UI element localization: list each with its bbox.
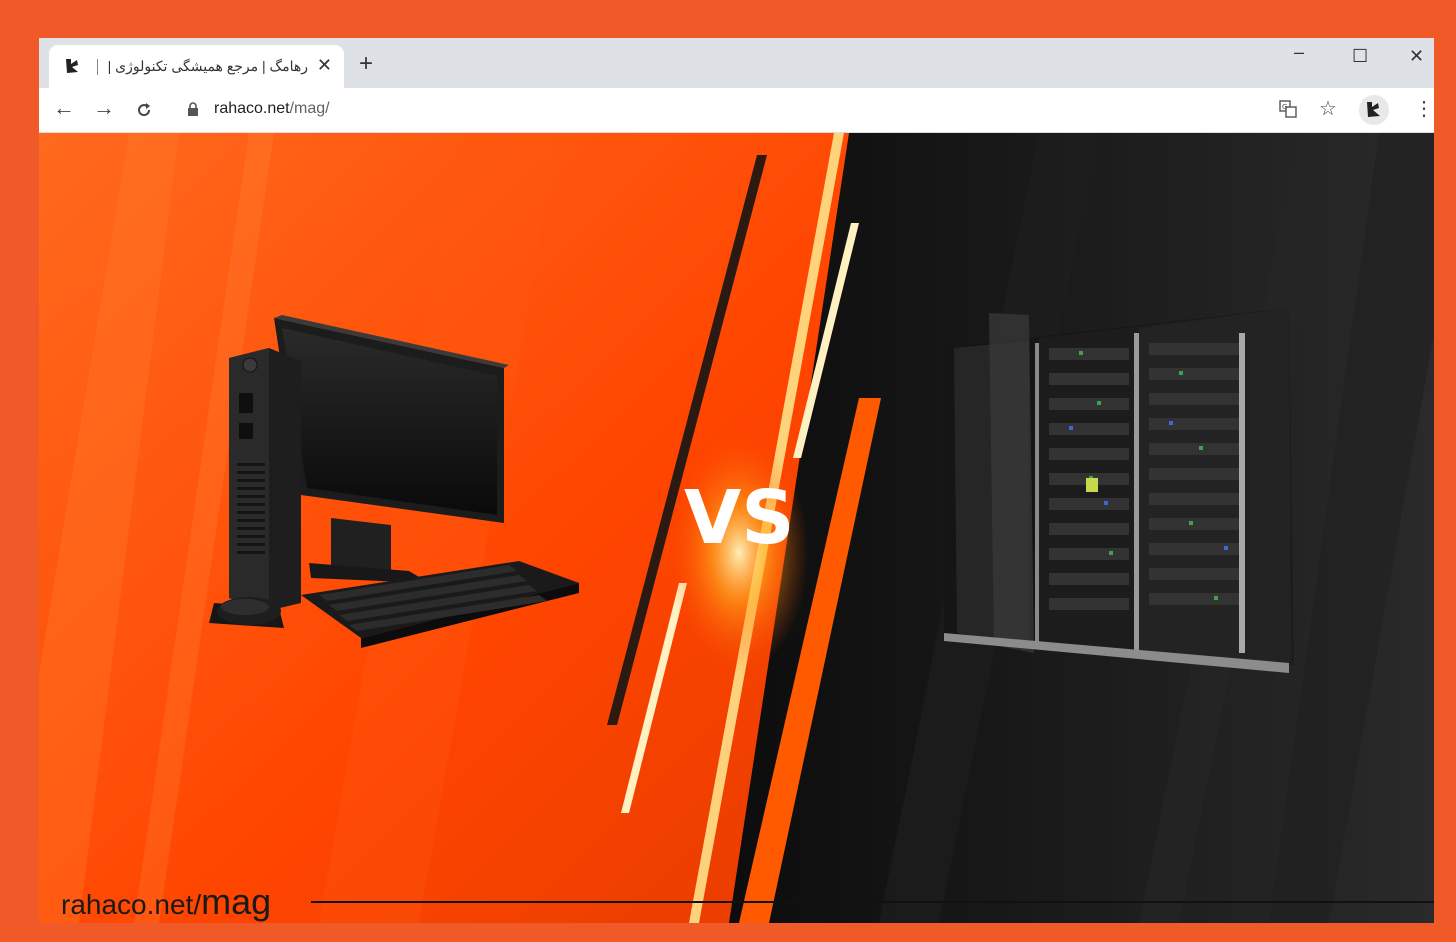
maximize-icon[interactable]: ☐ <box>1352 46 1368 67</box>
server-rack-illustration <box>944 308 1294 673</box>
brand-underline <box>311 901 1434 903</box>
svg-text:G: G <box>1282 103 1287 111</box>
back-arrow-icon[interactable]: ← <box>53 96 75 120</box>
minimize-icon[interactable]: – <box>1294 42 1304 63</box>
menu-icon[interactable]: ⋮ <box>1414 96 1434 121</box>
browser-tab[interactable]: رهامگ | مرجع همیشگی تکنولوژی | ✕ <box>49 45 344 88</box>
reload-icon[interactable] <box>134 100 154 120</box>
outer-orange-frame: رهامگ | مرجع همیشگی تکنولوژی | ✕ + – ☐ ✕… <box>0 0 1456 942</box>
rahaco-extension-logo-icon <box>1367 102 1380 117</box>
brand-path: mag <box>201 881 272 922</box>
close-icon[interactable]: ✕ <box>1409 46 1424 67</box>
forward-arrow-icon[interactable]: → <box>93 96 115 120</box>
translate-icon[interactable]: G <box>1279 100 1297 118</box>
brand-domain: rahaco.net/ <box>61 889 202 920</box>
url-domain: rahaco.net <box>214 100 290 117</box>
vs-text: VS <box>684 475 795 561</box>
tab-title: رهامگ | مرجع همیشگی تکنولوژی | <box>107 58 308 74</box>
lock-icon <box>188 102 198 116</box>
tab-bar: رهامگ | مرجع همیشگی تکنولوژی | ✕ + – ☐ ✕ <box>39 38 1434 88</box>
browser-toolbar: ← → rahaco.net/mag/ G ☆ ⋮ <box>39 88 1434 133</box>
address-bar[interactable]: rahaco.net/mag/ <box>174 94 1284 126</box>
tab-close-icon[interactable]: ✕ <box>317 55 332 75</box>
rahaco-logo-icon <box>66 59 78 73</box>
banner-artwork: VS <box>39 133 1434 923</box>
url-path: /mag/ <box>289 100 330 117</box>
bookmark-star-icon[interactable]: ☆ <box>1319 96 1337 121</box>
tab-separator <box>97 59 98 75</box>
brand-watermark: rahaco.net/mag <box>61 881 271 923</box>
browser-window: رهامگ | مرجع همیشگی تکنولوژی | ✕ + – ☐ ✕… <box>39 38 1434 923</box>
new-tab-button[interactable]: + <box>359 52 373 76</box>
banner-image: VS rahaco.net/mag <box>39 133 1434 923</box>
extension-icon[interactable] <box>1359 95 1389 125</box>
url-text: rahaco.net/mag/ <box>214 100 330 118</box>
